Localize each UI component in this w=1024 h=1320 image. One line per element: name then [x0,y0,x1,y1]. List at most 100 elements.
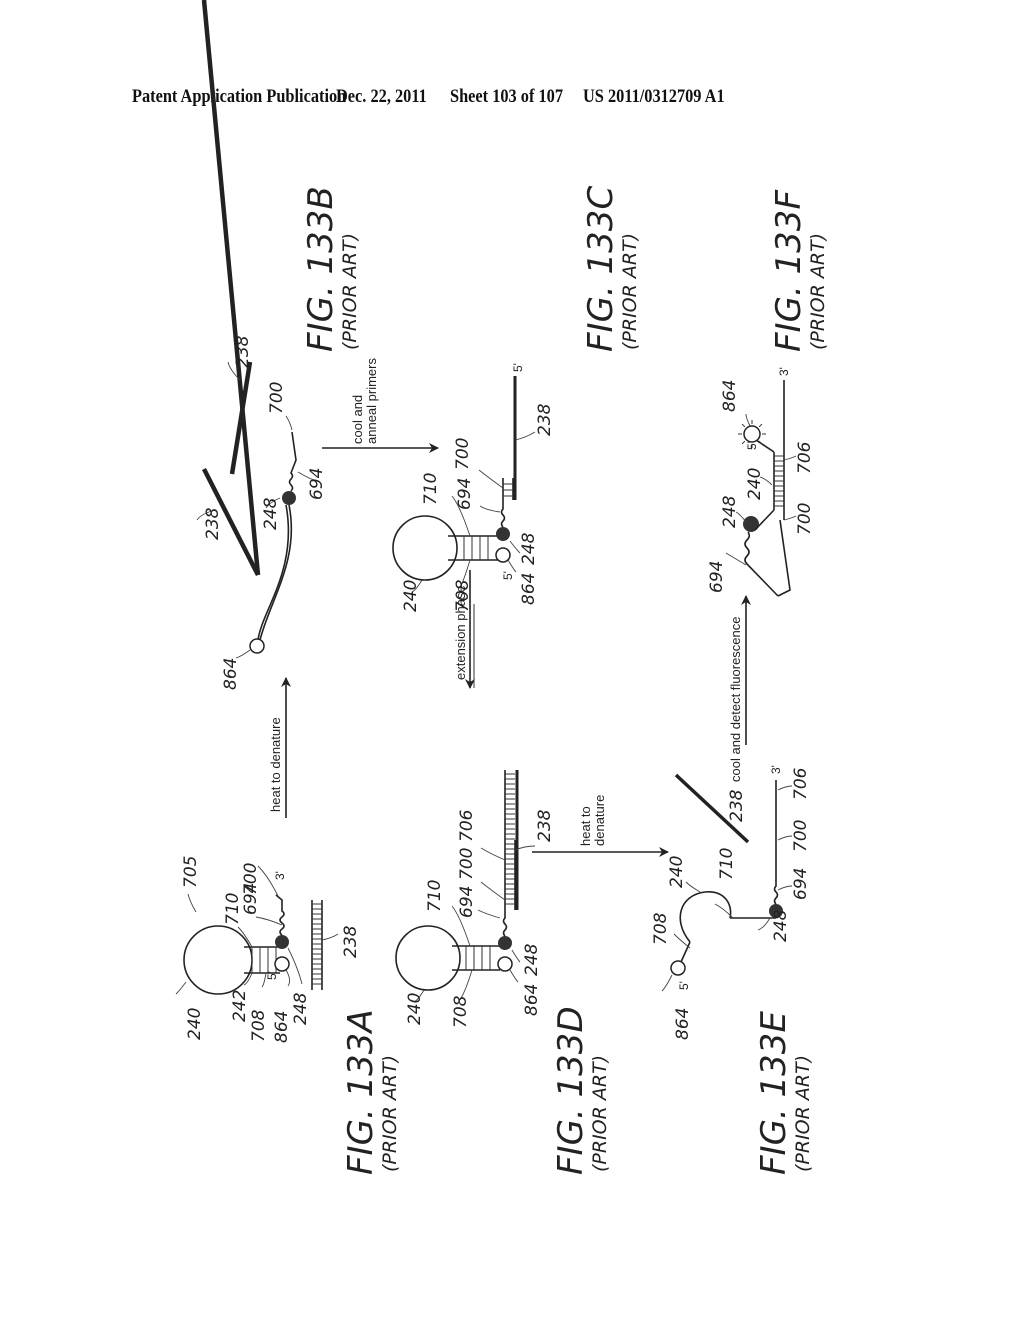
ref-238-d: 238 [535,809,555,842]
ref-240-f: 240 [745,468,765,500]
quencher-248-d [498,936,512,950]
ref-248-a: 248 [291,992,311,1025]
ref-700-f: 700 [795,503,815,535]
ref-710-c: 710 [421,473,441,505]
ref-864-d: 864 [522,984,542,1016]
five-prime-c1: 5' [501,571,515,580]
three-prime-a: 3' [273,871,287,880]
quencher-248-c [496,527,510,541]
patent-drawing: FIG. 133A (PRIOR ART) FIG. 133D (PRIOR A… [175,0,829,1175]
fig-133a-label: FIG. 133A (PRIOR ART) [341,1009,401,1175]
five-prime-f: 5' [745,441,759,450]
fig-133c-subtitle: (PRIOR ART) [619,233,641,350]
step-cool-detect: cool and detect fluorescence [728,617,743,783]
fig-133d-subtitle: (PRIOR ART) [589,1055,611,1172]
three-prime-e: 3' [769,765,783,774]
loop-240-c [392,515,458,581]
quencher-248 [275,935,289,949]
three-prime-f: 3' [777,367,791,376]
linker-694-c [500,478,506,528]
fig-133f-label: FIG. 133F (PRIOR ART) [769,190,829,352]
ref-694-c: 694 [455,478,475,510]
ref-700-d: 700 [457,848,477,880]
loop-240-e [679,891,732,943]
fig-133d-title: FIG. 133D [551,1006,591,1175]
fig-133b-subtitle: (PRIOR ART) [339,233,361,350]
strand-700-706-e [773,780,779,905]
fluorophore-864-e [670,960,686,976]
ref-864-f: 864 [720,380,740,412]
step-heat-to: heat to [578,806,593,846]
ref-238-b-right: 238 [233,335,253,368]
ref-694-b: 694 [307,468,327,500]
ref-706-d: 706 [457,809,477,842]
ref-694-f: 694 [707,561,727,593]
fig-133b-label: FIG. 133B (PRIOR ART) [301,186,361,352]
ref-700-a: 700 [241,863,261,895]
linker-694 [275,894,285,936]
five-prime-c2: 5' [511,363,525,372]
strand-700-f [777,519,791,597]
step-cool-and: cool and [350,395,365,444]
ref-238-c: 238 [535,403,555,436]
fig-133e-title: FIG. 133E [754,1011,794,1175]
ref-238-b-left: 238 [203,507,223,540]
step-heat-to-denature: heat to denature [268,717,283,812]
linker-694-b [288,431,297,492]
ref-864-c: 864 [519,573,539,605]
ref-710-e: 710 [717,848,737,880]
ref-694-e: 694 [791,868,811,900]
fig-133b-diagram [196,0,315,659]
ref-864-b: 864 [221,658,241,690]
fig-133d-label: FIG. 133D (PRIOR ART) [551,1006,611,1175]
step-extension-phase: extension phase [453,585,468,680]
step-anneal-primers: anneal primers [364,358,379,444]
fig-133a-subtitle: (PRIOR ART) [379,1055,401,1172]
fluorophore-864-f-emitting [743,425,761,443]
ref-240-a: 240 [185,1008,205,1040]
step-denature: denature [592,795,607,846]
ref-705-a: 705 [181,856,201,888]
ref-240-e: 240 [667,856,687,888]
loop-240-d [395,925,461,991]
ref-864-a: 864 [272,1011,292,1043]
fig-133e-label: FIG. 133E (PRIOR ART) [754,1011,814,1175]
ref-238-e: 238 [727,789,747,822]
fig-133c-label: FIG. 133C (PRIOR ART) [581,186,641,352]
ref-248-f: 248 [720,495,740,528]
quencher-248-b [282,491,296,505]
ref-708-e: 708 [651,912,671,945]
ref-706-e: 706 [791,767,811,800]
linker-694-f [744,531,779,597]
ref-700-e: 700 [791,820,811,852]
ref-710-d: 710 [425,880,445,912]
fig-133a-title: FIG. 133A [341,1009,381,1175]
fluorophore-864-c [495,547,511,563]
ref-238-a: 238 [341,925,361,958]
ref-240-d: 240 [405,993,425,1025]
ref-710-a: 710 [223,893,243,925]
ref-700-c: 700 [453,438,473,470]
fluorophore-864 [274,956,290,972]
ref-708-a: 708 [249,1009,269,1042]
fig-133f-title: FIG. 133F [769,190,809,352]
ref-694-d: 694 [457,886,477,918]
fig-133c-title: FIG. 133C [581,186,621,352]
loop-240 [183,925,253,995]
five-prime-e: 5' [677,981,691,990]
ref-248-e: 248 [771,909,791,942]
ref-700-b: 700 [267,382,287,414]
ref-864-e: 864 [673,1008,693,1040]
ref-248-d: 248 [522,943,542,976]
five-prime-a: 5' [265,971,279,980]
fig-133b-title: FIG. 133B [301,186,341,352]
fluorophore-864-b [249,638,265,654]
target-238-duplex [311,900,323,990]
ref-706-f: 706 [795,441,815,474]
ref-248-b: 248 [261,497,281,530]
ref-708-d: 708 [451,995,471,1028]
fig-133e-subtitle: (PRIOR ART) [792,1055,814,1172]
fluorophore-864-d [497,956,513,972]
ref-240-c: 240 [401,580,421,612]
ref-248-c: 248 [519,532,539,565]
